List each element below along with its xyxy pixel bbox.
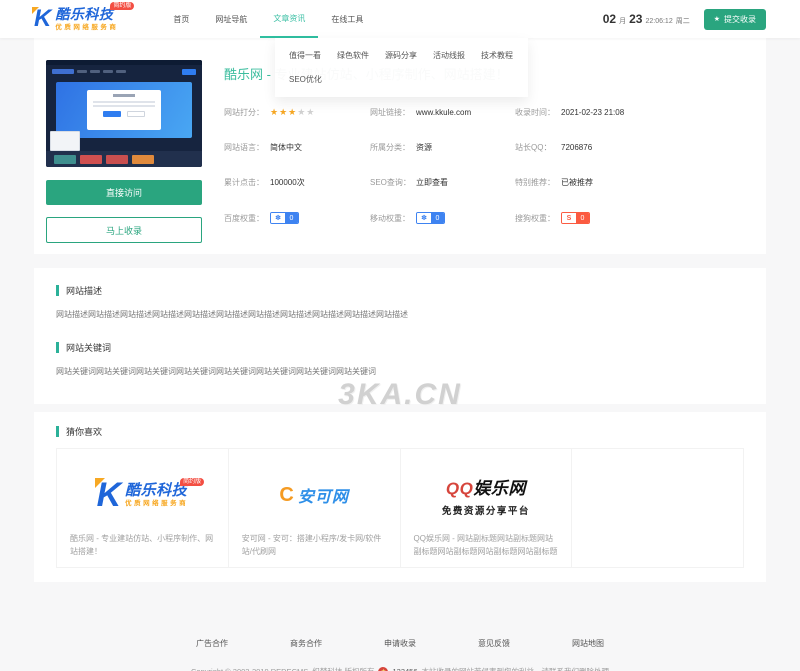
url-field: 网址链接： www.kkule.com [370, 108, 472, 117]
icp-number[interactable]: 123456 [392, 667, 417, 671]
nav-tools[interactable]: 在线工具 [318, 0, 376, 38]
mobile-weight-field: 移动权重： ✽ 0 [370, 212, 515, 224]
category-link[interactable]: 资源 [416, 142, 432, 153]
site-detail-grid: 网站打分： ★★★ ★★ 网址链接： www.kkule.com 收录时间： 2… [224, 107, 742, 224]
clicks-field: 累计点击： 100000次 [224, 178, 305, 187]
recommend-item-empty [572, 449, 743, 567]
emblem-icon: ★ [378, 666, 389, 671]
description-card: 网站描述 网站描述网站描述网站描述网站描述网站描述网站描述网站描述网站描述网站描… [34, 268, 766, 411]
menu-item-seo[interactable]: SEO优化 [289, 74, 514, 85]
desc-section-header: 网站描述 [56, 284, 744, 297]
recommend-item-qq[interactable]: QQ娱乐网 免费资源分享平台 QQ娱乐网 - 网站副标题网站副标题网站副标题网站… [400, 449, 572, 567]
menu-item-green-software[interactable]: 绿色软件 [337, 50, 369, 61]
date-weekday: 周二 [675, 18, 690, 25]
qq-entertainment-logo: QQ娱乐网 免费资源分享平台 [441, 478, 530, 517]
language-field: 网站语言： 简体中文 [224, 143, 302, 152]
date-time: 22:06:12 [645, 18, 673, 25]
recommend-desc: QQ娱乐网 - 网站副标题网站副标题网站副标题网站副标题网站副标题网站副标题 [413, 533, 558, 557]
section-marker [56, 342, 59, 353]
seo-query-field: SEO查询： 立即查看 [370, 177, 448, 188]
page: K 酷乐科技 简约版 优质网络服务商 首页 网址导航 文章资讯 在线工具 02 … [0, 0, 800, 671]
section-marker [56, 426, 59, 437]
footer-link-ads[interactable]: 广告合作 [196, 638, 228, 649]
sogou-weight-field: 搜狗权重： S 0 [515, 212, 742, 224]
logo-k-icon: K [94, 476, 122, 515]
kule-logo: K 酷乐科技 简约版 优质网络服务商 [70, 459, 215, 532]
nav-articles[interactable]: 文章资讯 [260, 0, 319, 38]
site-logo[interactable]: K 酷乐科技 简约版 优质网络服务商 [31, 1, 135, 32]
seo-query-link[interactable]: 立即查看 [416, 177, 448, 188]
watermark: 3KA.CN [338, 378, 462, 411]
menu-item-activity[interactable]: 活动线报 [433, 50, 465, 61]
nav-directory[interactable]: 网址导航 [202, 0, 260, 38]
site-thumbnail[interactable] [46, 60, 202, 167]
date-day: 23 [629, 12, 643, 26]
articles-dropdown-menu: 值得一看 绿色软件 源码分享 活动线报 技术教程 SEO优化 [275, 38, 528, 97]
keywords-section-header: 网站关键词 [56, 341, 744, 354]
recommend-item-anke[interactable]: C 安可网 安可网 - 安可：搭建小程序/发卡网/软件站/代刷网 [228, 449, 400, 567]
mobile-paw-icon: ✽ [417, 213, 431, 223]
footer-link-apply[interactable]: 申请收录 [384, 638, 416, 649]
brand-tagline: 优质网络服务商 [55, 23, 119, 31]
site-description-text: 网站描述网站描述网站描述网站描述网站描述网站描述网站描述网站描述网站描述网站描述… [56, 310, 408, 319]
like-section-header: 猜你喜欢 [56, 425, 744, 438]
logo-k-icon: K [31, 5, 52, 32]
brand-name: 酷乐科技 [55, 5, 114, 22]
main-nav: 首页 网址导航 文章资讯 在线工具 [160, 0, 376, 38]
footer-link-business[interactable]: 商务合作 [290, 638, 322, 649]
rating-stars-empty: ★★ [297, 107, 316, 117]
nav-home[interactable]: 首页 [160, 0, 202, 38]
footer-link-sitemap[interactable]: 网站地图 [572, 638, 604, 649]
star-icon: ★ [713, 16, 720, 23]
rating-stars-filled: ★★★ [270, 107, 298, 117]
recommend-desc: 安可网 - 安可：搭建小程序/发卡网/软件站/代刷网 [241, 533, 382, 557]
webmaster-qq-field: 站长QQ： 7206876 [515, 143, 593, 152]
section-marker [56, 285, 59, 296]
date-month-label: 月 [619, 18, 627, 25]
baidu-weight-badge: ✽ 0 [270, 212, 299, 224]
visit-site-button[interactable]: 直接访问 [46, 180, 202, 205]
mobile-weight-badge: ✽ 0 [416, 212, 445, 224]
recommend-card: 猜你喜欢 K 酷乐科技 简约版 优质网络服务商 酷乐网 - 专业建站仿站、小程序… [34, 412, 766, 582]
recommend-grid: K 酷乐科技 简约版 优质网络服务商 酷乐网 - 专业建站仿站、小程序制作、网站… [56, 448, 744, 568]
sogou-weight-badge: S 0 [561, 212, 590, 224]
footer-links: 广告合作 商务合作 申请收录 意见反馈 网站地图 [34, 638, 766, 649]
submit-site-button[interactable]: ★ 提交收录 [703, 8, 766, 30]
site-keywords-text: 网站关键词网站关键词网站关键词网站关键词网站关键词网站关键词网站关键词网站关键词 [56, 367, 376, 376]
brand-badge: 简约版 [110, 1, 135, 10]
footer-link-feedback[interactable]: 意见反馈 [478, 638, 510, 649]
include-now-button[interactable]: 马上收录 [46, 217, 202, 243]
menu-item-worth-seeing[interactable]: 值得一看 [289, 50, 321, 61]
recommend-desc: 酷乐网 - 专业建站仿站、小程序制作、网站搭建！ [70, 533, 214, 557]
baidu-weight-field: 百度权重： ✽ 0 [224, 212, 370, 224]
recommend-field: 特别推荐： 已被推荐 [515, 178, 593, 187]
top-header: K 酷乐科技 简约版 优质网络服务商 首页 网址导航 文章资讯 在线工具 02 … [0, 0, 800, 38]
category-field: 所属分类： 资源 [370, 142, 432, 153]
rating-field: 网站打分： ★★★ ★★ [224, 107, 316, 117]
anke-c-icon: C [279, 484, 294, 507]
footer: 广告合作 商务合作 申请收录 意见反馈 网站地图 Copyright © 200… [34, 638, 766, 671]
sogou-s-icon: S [562, 213, 576, 223]
include-time-field: 收录时间： 2021-02-23 21:08 [515, 108, 625, 117]
date-day-month: 02 [602, 12, 617, 26]
site-url-link[interactable]: www.kkule.com [416, 108, 471, 117]
baidu-paw-icon: ✽ [271, 213, 285, 223]
menu-item-source-share[interactable]: 源码分享 [385, 50, 417, 61]
menu-item-tech-tutorial[interactable]: 技术教程 [481, 50, 513, 61]
recommend-item-kule[interactable]: K 酷乐科技 简约版 优质网络服务商 酷乐网 - 专业建站仿站、小程序制作、网站… [57, 449, 228, 567]
copyright-line: Copyright © 2002-2019 DEDECMS. 织梦科技 版权所有… [34, 666, 766, 671]
datetime-display: 02 月 23 22:06:12 周二 [603, 12, 690, 26]
anke-logo: C 安可网 [279, 484, 349, 507]
